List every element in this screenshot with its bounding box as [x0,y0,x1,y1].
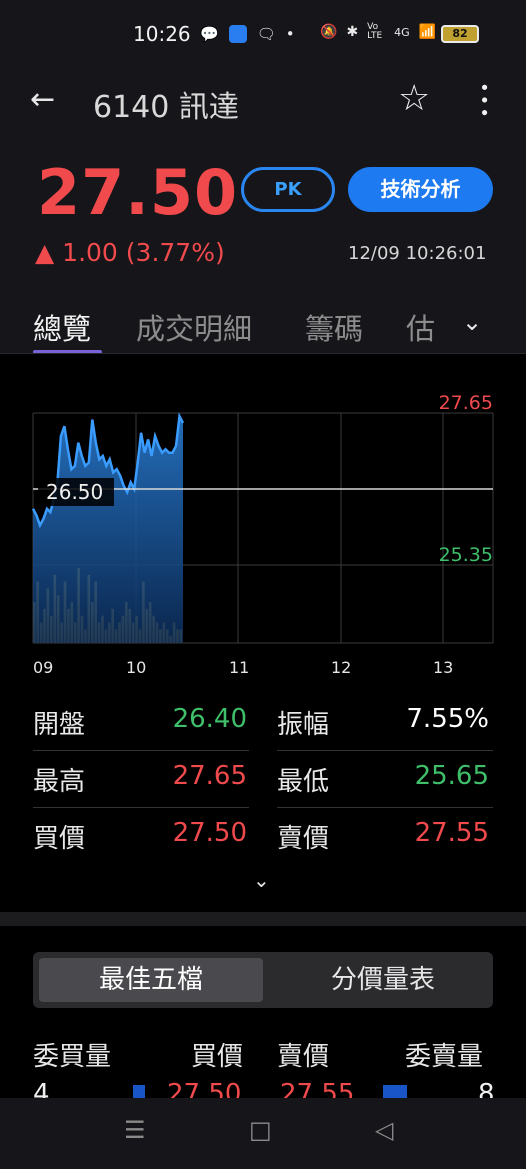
signal-icon: 📶 [418,24,437,40]
volte-label: Vo LTE [367,22,383,41]
tab-overview[interactable]: 總覽 [33,306,91,348]
intraday-chart[interactable]: 26.50 27.65 25.35 09 10 11 12 13 [0,355,526,685]
high-label: 最高 [33,767,86,797]
more-options-icon[interactable]: ••• [473,82,494,120]
status-bar: 10:26 💬 🗨 • 🔕 ✱ Vo LTE 4G 📶 82 [0,0,526,70]
segment-best-five[interactable]: 最佳五檔 [39,958,263,1002]
tab-valuation[interactable]: 估 [406,306,435,348]
app-icon [228,25,247,43]
battery-icon: 82 [441,25,479,43]
system-nav-bar: ☰ □ ◁ [0,1098,526,1169]
reference-label: 26.50 [46,480,103,504]
amplitude-label: 振幅 [277,710,330,740]
segment-price-volume[interactable]: 分價量表 [283,958,483,1002]
quote-row-high-low: 最高 27.65 最低 25.65 [33,755,493,810]
technical-analysis-button[interactable]: 技術分析 [348,167,493,212]
orderbook-segment-control: 最佳五檔 分價量表 [33,952,493,1008]
quote-timestamp: 12/09 10:26:01 [348,243,487,264]
home-icon[interactable]: □ [249,1116,272,1144]
quote-row-bid-ask: 買價 27.50 賣價 27.55 [33,812,493,867]
x-tick-13: 13 [433,658,453,677]
back-nav-icon[interactable]: ◁ [375,1116,393,1144]
quote-row-open: 開盤 26.40 振幅 7.55% [33,698,493,753]
chevron-down-icon[interactable]: ⌄ [462,308,482,336]
bid-price-header: 買價 [191,1042,244,1072]
bid-label: 買價 [33,824,86,854]
section-separator [0,912,526,926]
low-label: 最低 [277,767,330,797]
chat-bubble-icon: 💬 [200,25,219,43]
status-right-icons: 🔕 ✱ Vo LTE 4G 📶 [320,23,436,41]
bid-qty-header: 委買量 [33,1042,112,1072]
x-tick-09: 09 [33,658,53,677]
amplitude-value: 7.55% [406,704,489,734]
y-high-label: 27.65 [439,392,493,414]
stock-header: ← 6140 訊達 ☆ ••• 27.50 PK 技術分析 ▲ 1.00 (3.… [0,70,526,354]
low-value: 25.65 [414,761,489,791]
status-icons: 💬 🗨 • [200,24,295,44]
status-time: 10:26 [133,22,191,46]
x-tick-10: 10 [126,658,146,677]
dot-icon: • [285,25,295,43]
row-divider [33,807,249,808]
pk-button[interactable]: PK [241,167,335,212]
bluetooth-icon: ✱ [346,24,359,40]
x-tick-12: 12 [331,658,351,677]
bid-value: 27.50 [172,818,247,848]
back-arrow-icon[interactable]: ← [30,82,55,117]
stock-title: 6140 訊達 [93,90,239,125]
row-divider [277,807,493,808]
tab-trade-details[interactable]: 成交明細 [136,306,252,348]
price-change: ▲ 1.00 (3.77%) [35,238,225,267]
network-label: 4G [394,25,410,39]
ask-qty-header: 委賣量 [405,1042,484,1072]
row-divider [277,750,493,751]
mute-icon: 🔕 [320,24,338,40]
favorite-star-icon[interactable]: ☆ [398,78,430,119]
expand-chevron-icon[interactable]: ⌄ [253,868,270,892]
row-divider [33,750,249,751]
header-divider [0,353,526,354]
ask-price-header: 賣價 [277,1042,330,1072]
open-label: 開盤 [33,710,86,740]
current-price: 27.50 [37,156,239,229]
y-low-label: 25.35 [439,544,493,566]
ask-value: 27.55 [414,818,489,848]
high-value: 27.65 [172,761,247,791]
open-value: 26.40 [172,704,247,734]
tab-bar: 總覽 成交明細 籌碼 估 ⌄ [0,300,526,354]
x-tick-11: 11 [229,658,249,677]
tab-chips[interactable]: 籌碼 [305,306,363,348]
ask-label: 賣價 [277,824,330,854]
message-icon: 🗨 [256,25,276,43]
recent-apps-icon[interactable]: ☰ [124,1116,146,1144]
